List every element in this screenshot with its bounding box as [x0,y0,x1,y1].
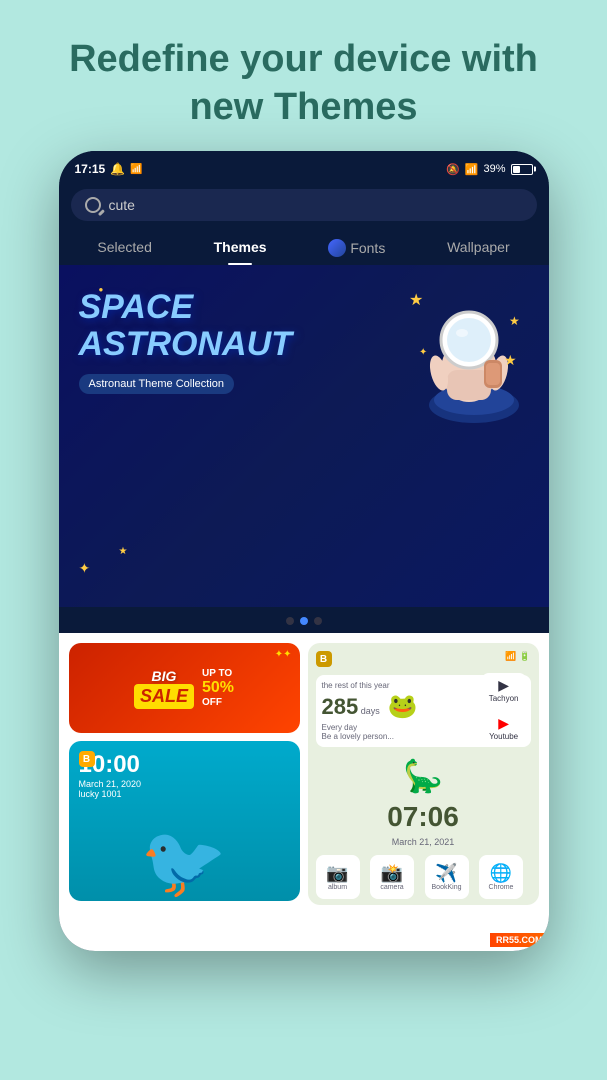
right-mini-widgets: ▶ Tachyon ▶ Youtube [481,673,527,745]
big-sale-text: BIG [134,668,194,684]
days-label: days [361,706,380,716]
camera-icon[interactable]: 📸 camera [370,855,414,899]
status-misc-icon: 📶 [130,164,142,175]
status-time: 17:15 [75,162,106,176]
youtube-widget: ▶ Youtube [481,711,527,745]
hero-title: Redefine your device with new Themes [40,36,567,131]
status-right: 🔕 📶 39% [446,163,532,176]
status-left: 17:15 🔔 📶 [75,162,143,176]
dino-date: March 21, 2021 [316,837,531,847]
tachyon-widget: ▶ Tachyon [481,673,527,707]
sale-label: SALE [140,686,188,707]
wifi-icon: 📶 [465,163,479,176]
dino-card[interactable]: B 📶🔋 the rest of this year 285 days 🐸 [308,643,539,905]
b-icon: B [79,751,95,767]
chrome-icon[interactable]: 🌐 Chrome [479,855,523,899]
album-icon[interactable]: 📷 album [316,855,360,899]
sale-card[interactable]: BIG SALE UP TO 50% OFF ✦✦ [69,643,300,733]
deco-stars: ✦✦ [275,649,292,660]
star-deco-1: ✦ [79,560,91,577]
booking-icon[interactable]: ✈️ BookKing [425,855,469,899]
planet-icon [328,239,346,257]
battery-percent: 39% [483,163,505,175]
tab-fonts[interactable]: Fonts [320,235,393,265]
nav-tabs: Selected Themes Fonts Wallpaper [59,227,549,265]
hero-banner[interactable]: Space Astronaut Astronaut Theme Collecti… [59,265,549,607]
banner-dots [59,607,549,633]
banner-title: Space Astronaut [79,289,349,364]
search-input[interactable]: cute [109,197,135,213]
right-card-column: B 📶🔋 the rest of this year 285 days 🐸 [308,643,539,941]
svg-text:★: ★ [509,314,520,328]
discount-text: UP TO 50% OFF [202,668,234,708]
dino-icon-grid: 📷 album 📸 camera ✈️ BookKing 🌐 Chrome [316,855,531,899]
status-volume-icon: 🔔 [110,162,125,176]
days-count: 285 [322,694,359,719]
tab-selected[interactable]: Selected [89,235,159,265]
search-icon [85,197,101,213]
astronaut-illustration: ★ ★ ✦ ★ [399,275,529,415]
svg-text:★: ★ [504,352,517,368]
dino-b-icon: B [316,651,332,667]
tachyon-label: Tachyon [489,694,519,703]
cards-section: BIG SALE UP TO 50% OFF ✦✦ [59,633,549,951]
tab-wallpaper[interactable]: Wallpaper [439,235,518,265]
dot-2[interactable] [300,617,308,625]
bird-card-lucky: lucky 1001 [79,789,142,799]
dot-1[interactable] [286,617,294,625]
banner-subtitle: Astronaut Theme Collection [79,374,235,394]
dino-signal: 📶🔋 [505,651,530,667]
left-card-column: BIG SALE UP TO 50% OFF ✦✦ [69,643,300,941]
dino-status: B 📶🔋 [316,651,531,667]
phone-mockup: 17:15 🔔 📶 🔕 📶 39% cute Selected Themes F… [59,151,549,951]
star-deco-2: ★ [119,546,128,557]
bird-card[interactable]: 10:00 March 21, 2020 lucky 1001 B 🐦 [69,741,300,901]
tab-themes[interactable]: Themes [206,235,275,265]
battery-icon [511,164,533,175]
svg-text:★: ★ [409,292,423,309]
dino-emoji: 🦕 [316,757,531,795]
status-bar: 17:15 🔔 📶 🔕 📶 39% [59,151,549,183]
bird-card-date: March 21, 2020 [79,779,142,789]
frog-emoji: 🐸 [388,692,418,721]
hero-section: Redefine your device with new Themes [0,0,607,151]
search-bar[interactable]: cute [71,189,537,221]
dino-time: 07:06 [316,801,531,833]
bell-icon: 🔕 [446,163,460,176]
dot-3[interactable] [314,617,322,625]
youtube-label: Youtube [489,732,519,741]
bird-illustration: 🐦 [140,827,227,897]
watermark: RR55.COM [490,933,549,947]
svg-text:✦: ✦ [419,347,427,358]
